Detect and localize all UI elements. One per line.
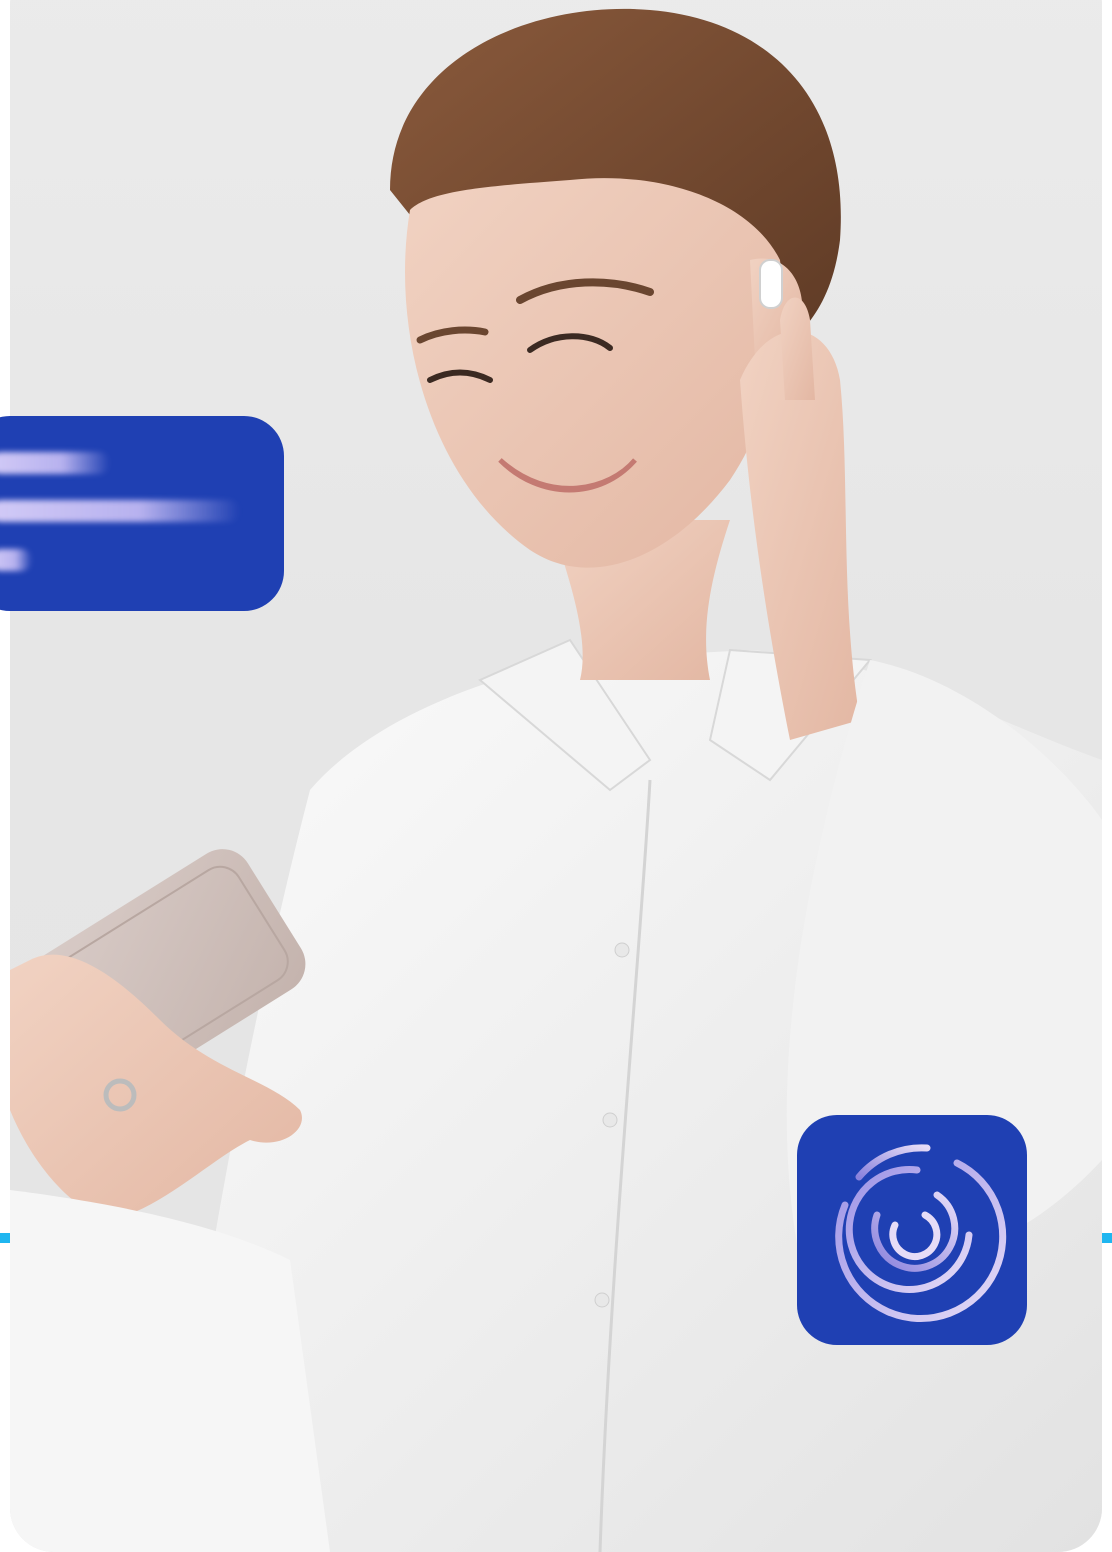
accent-tick-right: [1102, 1233, 1112, 1243]
blurred-text-line: [0, 452, 110, 474]
blurred-text-line: [0, 500, 240, 522]
concentric-rings-logo-icon: [835, 1144, 1007, 1322]
blurred-text-line: [0, 549, 32, 571]
earbud: [759, 259, 783, 309]
accent-tick-left: [0, 1233, 10, 1243]
app-icon-tile: [797, 1115, 1027, 1345]
message-card: [0, 416, 284, 611]
